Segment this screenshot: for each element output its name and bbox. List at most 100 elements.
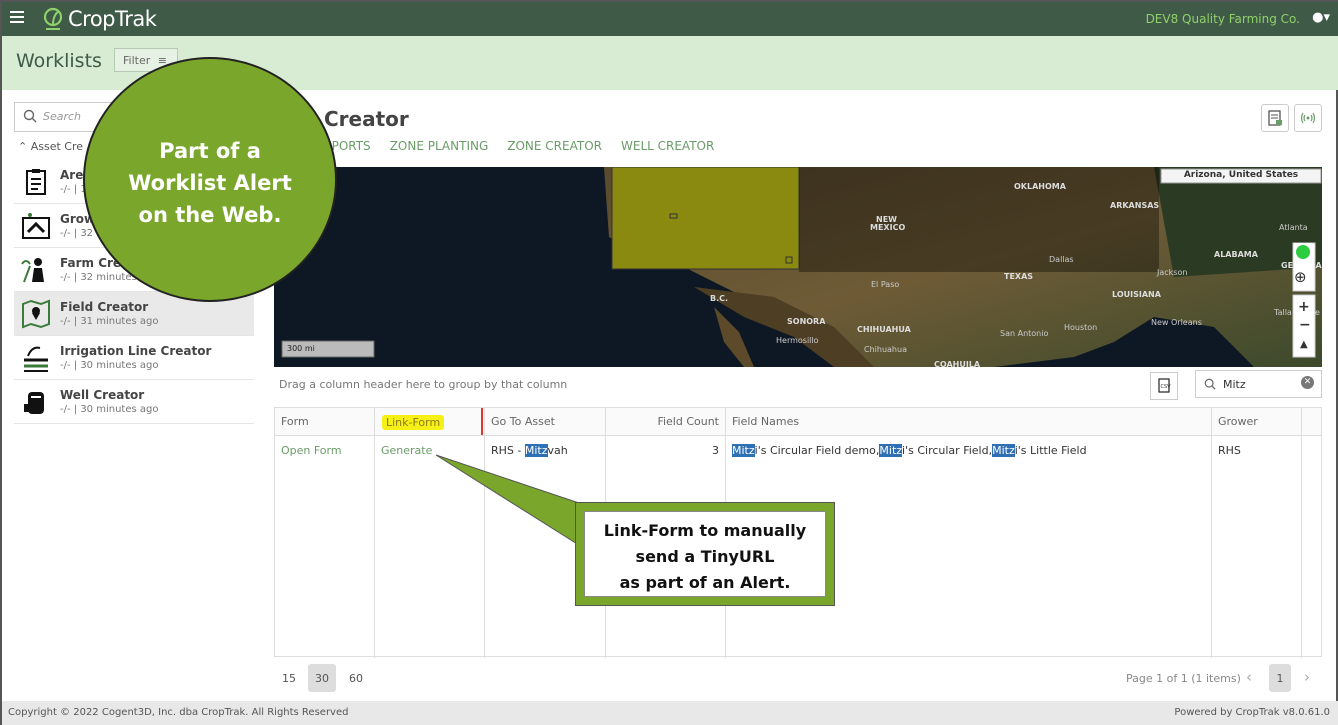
callout-line: Worklist Alert bbox=[128, 171, 292, 195]
svg-text:Chihuahua: Chihuahua bbox=[864, 345, 907, 354]
grid-toolbar: Drag a column header here to group by th… bbox=[274, 370, 1322, 404]
sidebar-item-irrigation-line-creator[interactable]: Irrigation Line Creator -/- | 30 minutes … bbox=[14, 336, 254, 380]
field-name-rest: i's Circular Field, bbox=[902, 444, 993, 457]
column-header-field-names[interactable]: Field Names bbox=[726, 408, 1212, 435]
worklist-alert-callout: Part of a Worklist Alert on the Web. bbox=[83, 57, 337, 302]
column-header-grower[interactable]: Grower bbox=[1212, 408, 1302, 435]
signal-button[interactable] bbox=[1294, 104, 1322, 132]
main-title: Creator bbox=[324, 107, 409, 131]
grid-search-input[interactable]: Mitz ✕ bbox=[1195, 370, 1322, 398]
search-icon bbox=[1204, 378, 1216, 390]
svg-text:SONORA: SONORA bbox=[787, 317, 826, 326]
svg-text:New Orleans: New Orleans bbox=[1151, 318, 1202, 327]
prev-page-icon[interactable]: ‹ bbox=[1246, 668, 1252, 686]
callout-text-box: Link-Form to manually send a TinyURL as … bbox=[584, 511, 826, 597]
column-header-form[interactable]: Form bbox=[275, 408, 375, 435]
csv-export-icon: CSV bbox=[1158, 378, 1172, 393]
svg-text:Jackson: Jackson bbox=[1156, 268, 1187, 277]
callout-line: as part of an Alert. bbox=[619, 573, 791, 592]
column-header-field-count[interactable]: Field Count bbox=[606, 408, 726, 435]
grid-search-value: Mitz bbox=[1223, 378, 1246, 391]
clear-search-icon[interactable]: ✕ bbox=[1301, 376, 1314, 389]
svg-text:B.C.: B.C. bbox=[710, 294, 728, 303]
search-icon bbox=[23, 109, 37, 123]
field-highlight: Mitz bbox=[879, 444, 903, 457]
sidebar-item-well-creator[interactable]: Well Creator -/- | 30 minutes ago bbox=[14, 380, 254, 424]
callout-line: send a TinyURL bbox=[635, 547, 775, 566]
map-view[interactable]: OKLAHOMA ARKANSAS NEW MEXICO TEXAS LOUIS… bbox=[274, 167, 1322, 367]
tab-zone-creator[interactable]: ZONE CREATOR bbox=[507, 139, 602, 153]
callout-line: on the Web. bbox=[138, 203, 282, 227]
svg-text:MEXICO: MEXICO bbox=[870, 223, 905, 232]
svg-text:ALABAMA: ALABAMA bbox=[1214, 250, 1259, 259]
zoom-in-button[interactable]: + bbox=[1298, 299, 1310, 315]
export-button[interactable]: CSV bbox=[1150, 372, 1178, 400]
page-number[interactable]: 1 bbox=[1269, 664, 1291, 692]
svg-text:Atlanta: Atlanta bbox=[1279, 223, 1308, 232]
grid-header: Form Link-Form Go To Asset Field Count F… bbox=[275, 408, 1321, 436]
page-size-30[interactable]: 30 bbox=[308, 664, 336, 692]
field-highlight: Mitz bbox=[992, 444, 1015, 457]
nav-title: Well Creator bbox=[60, 388, 145, 402]
nav-title: Irrigation Line Creator bbox=[60, 344, 212, 358]
document-check-icon bbox=[1268, 110, 1282, 126]
field-name-rest: i's Circular Field demo, bbox=[754, 444, 880, 457]
page-title: Worklists bbox=[16, 50, 102, 72]
svg-text:OKLAHOMA: OKLAHOMA bbox=[1014, 182, 1067, 191]
page-size-60[interactable]: 60 bbox=[342, 664, 370, 692]
svg-text:Dallas: Dallas bbox=[1049, 255, 1074, 264]
group-hint: Drag a column header here to group by th… bbox=[279, 378, 568, 391]
user-menu-icon[interactable]: ●▾ bbox=[1312, 10, 1330, 25]
svg-text:TEXAS: TEXAS bbox=[1004, 272, 1033, 281]
map-location-label: Arizona, United States bbox=[1183, 170, 1299, 180]
leaf-logo-icon bbox=[43, 7, 63, 30]
filter-label: Filter bbox=[123, 54, 151, 67]
svg-text:CSV: CSV bbox=[1161, 384, 1172, 390]
brand-name: CropTrak bbox=[68, 7, 157, 31]
locate-icon[interactable]: ⊕ bbox=[1294, 268, 1307, 286]
grower-cell: RHS bbox=[1212, 436, 1302, 658]
logo[interactable]: CropTrak bbox=[42, 7, 157, 31]
section-label: Asset Cre bbox=[30, 140, 84, 153]
company-name[interactable]: DEV8 Quality Farming Co. bbox=[1146, 12, 1300, 26]
copyright: Copyright © 2022 Cogent3D, Inc. dba Crop… bbox=[8, 707, 349, 718]
next-page-icon[interactable]: › bbox=[1304, 668, 1310, 686]
tab-zone-planting[interactable]: ZONE PLANTING bbox=[390, 139, 489, 153]
svg-text:CHIHUAHUA: CHIHUAHUA bbox=[857, 325, 912, 334]
column-header-link-form[interactable]: Link-Form bbox=[375, 408, 485, 435]
well-icon bbox=[24, 391, 44, 414]
top-bar: CropTrak DEV8 Quality Farming Co. ●▾ bbox=[2, 2, 1338, 36]
search-placeholder: Search bbox=[43, 110, 82, 123]
map-canvas: OKLAHOMA ARKANSAS NEW MEXICO TEXAS LOUIS… bbox=[274, 167, 1322, 367]
handshake-icon bbox=[22, 212, 50, 239]
irrigation-icon bbox=[24, 346, 48, 372]
broadcast-icon bbox=[1300, 112, 1316, 124]
svg-text:Houston: Houston bbox=[1064, 323, 1097, 332]
open-form-link[interactable]: Open Form bbox=[275, 436, 375, 658]
field-map-icon bbox=[22, 299, 50, 328]
column-header-go-to-asset[interactable]: Go To Asset bbox=[485, 408, 606, 435]
nav-subtitle: -/- | 30 minutes ago bbox=[60, 360, 159, 371]
clipboard-icon bbox=[26, 168, 46, 195]
menu-icon[interactable] bbox=[10, 11, 24, 23]
report-button[interactable] bbox=[1261, 104, 1289, 132]
zoom-out-button[interactable]: − bbox=[1299, 317, 1311, 333]
pager: 15 30 60 Page 1 of 1 (1 items) ‹ 1 › bbox=[274, 664, 1322, 694]
column-header-spacer bbox=[1302, 408, 1321, 435]
farmer-icon bbox=[21, 257, 44, 282]
tab-well-creator[interactable]: WELL CREATOR bbox=[621, 139, 714, 153]
gps-status-icon[interactable] bbox=[1296, 245, 1310, 259]
compass-icon[interactable]: ▲ bbox=[1300, 339, 1308, 350]
page-size-15[interactable]: 15 bbox=[275, 664, 303, 692]
chevron-up-icon: ⌃ bbox=[18, 140, 28, 153]
field-highlight: Mitz bbox=[732, 444, 755, 457]
svg-text:San Antonio: San Antonio bbox=[1000, 329, 1048, 338]
generate-label: Generate bbox=[381, 444, 433, 457]
map-scale-label: 300 mi bbox=[287, 344, 315, 353]
version: Powered by CropTrak v8.0.61.0 bbox=[1174, 707, 1330, 718]
open-form-label: Open Form bbox=[281, 444, 342, 457]
svg-text:ARKANSAS: ARKANSAS bbox=[1110, 201, 1159, 210]
svg-text:El Paso: El Paso bbox=[871, 280, 899, 289]
svg-text:COAHUILA: COAHUILA bbox=[934, 360, 981, 367]
row-spacer bbox=[1302, 436, 1321, 658]
